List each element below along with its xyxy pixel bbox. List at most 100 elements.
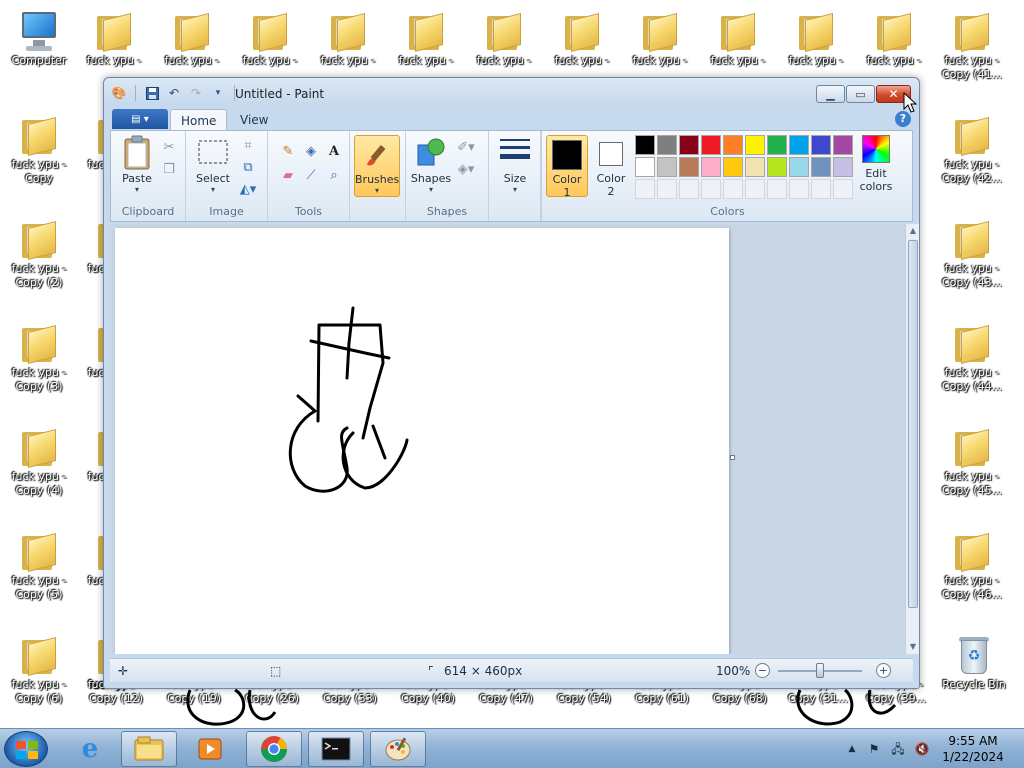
taskbar-media-player[interactable] xyxy=(182,731,238,767)
desktop-folder[interactable]: fuck ypu - xyxy=(389,4,463,84)
paint-menu-button[interactable]: ▤ ▾ xyxy=(112,109,168,129)
dropdown-arrow-icon: ▾ xyxy=(374,186,379,195)
paint-app-icon[interactable]: 🎨 xyxy=(110,84,128,102)
scroll-down-icon[interactable]: ▼ xyxy=(906,640,920,654)
canvas-resize-handle[interactable] xyxy=(730,455,735,460)
volume-muted-icon[interactable]: 🔇 xyxy=(914,741,930,757)
desktop-folder[interactable]: fuck ypu - xyxy=(155,4,229,84)
title-bar[interactable]: 🎨 ↶ ↷ ▾ Untitled - Paint ▁ ▭ ✕ xyxy=(104,78,919,106)
undo-icon[interactable]: ↶ xyxy=(165,84,183,102)
desktop-folder[interactable]: fuck ypu - xyxy=(545,4,619,84)
group-size: Size ▾ xyxy=(489,131,541,221)
color-picker-icon[interactable]: ⟋ xyxy=(301,165,321,185)
magnifier-icon[interactable]: ⌕ xyxy=(324,165,344,185)
windows-logo-icon xyxy=(16,741,38,759)
text-icon[interactable]: A xyxy=(324,141,344,161)
paste-button[interactable]: Paste ▾ xyxy=(115,135,159,194)
size-label: Size xyxy=(503,172,527,185)
tab-home[interactable]: Home xyxy=(170,109,228,130)
desktop-folder[interactable]: fuck ypu - Copy (45... xyxy=(935,420,1009,500)
folder-icon xyxy=(20,218,58,262)
tab-view[interactable]: View xyxy=(230,109,278,130)
desktop-folder[interactable]: fuck ypu - Copy (3) xyxy=(2,316,76,396)
zoom-out-icon[interactable]: − xyxy=(755,663,770,678)
ribbon: Paste ▾ ✂ ❐ Clipboard Select ▾ ⌗ ⧉ ◭▾ Im… xyxy=(110,130,913,222)
desktop-folder[interactable]: fuck ypu - xyxy=(701,4,775,84)
desktop-folder[interactable]: fuck ypu - Copy (46... xyxy=(935,524,1009,604)
desktop-folder[interactable]: fuck ypu - Copy (2) xyxy=(2,212,76,292)
desktop-folder[interactable]: fuck ypu - Copy (6) xyxy=(2,628,76,708)
taskbar-internet-explorer[interactable]: e xyxy=(62,731,118,767)
eraser-icon[interactable]: ▰ xyxy=(278,165,298,185)
scroll-thumb[interactable] xyxy=(908,240,918,608)
rotate-icon[interactable]: ◭▾ xyxy=(238,179,258,199)
taskbar-paint[interactable] xyxy=(370,731,426,767)
shape-fill-icon[interactable]: ◈▾ xyxy=(456,159,476,179)
desktop-icon-label: Recycle Bin xyxy=(942,678,1006,691)
network-icon[interactable]: 🖧 xyxy=(890,741,906,757)
crop-icon[interactable]: ⌗ xyxy=(238,135,258,155)
desktop-folder[interactable]: fuck ypu - xyxy=(623,4,697,84)
canvas-size-text: 614 × 460px xyxy=(444,664,523,678)
menu-icon: ▤ ▾ xyxy=(131,113,149,125)
scroll-up-icon[interactable]: ▲ xyxy=(906,224,920,238)
clock-date: 1/22/2024 xyxy=(942,750,1004,764)
desktop-icon-recycle-bin[interactable]: ♻ Recycle Bin xyxy=(937,628,1011,708)
internet-explorer-icon: e xyxy=(81,734,99,764)
folder-icon xyxy=(875,10,913,54)
outline-icon[interactable]: ✐▾ xyxy=(456,137,476,157)
folder-icon xyxy=(20,634,58,678)
drawing-canvas[interactable] xyxy=(115,228,729,654)
desktop-folder[interactable]: fuck ypu - xyxy=(233,4,307,84)
copy-icon[interactable]: ❐ xyxy=(159,159,179,179)
group-label-clipboard: Clipboard xyxy=(121,205,175,218)
desktop-folder[interactable]: fuck ypu - Copy (43... xyxy=(935,212,1009,292)
desktop-folder[interactable]: fuck ypu - xyxy=(857,4,931,84)
vertical-scrollbar[interactable]: ▲ ▼ xyxy=(905,224,919,654)
zoom-slider-thumb[interactable] xyxy=(816,663,824,678)
minimize-button[interactable]: ▁ xyxy=(816,85,845,103)
desktop-folder[interactable]: fuck ypu - xyxy=(779,4,853,84)
folder-icon xyxy=(953,530,991,574)
desktop-icon-label: fuck ypu - Copy (5) xyxy=(11,574,67,601)
pencil-icon[interactable]: ✎ xyxy=(278,141,298,161)
redo-icon[interactable]: ↷ xyxy=(187,84,205,102)
brush-icon xyxy=(361,139,393,171)
paint-window[interactable]: 🎨 ↶ ↷ ▾ Untitled - Paint ▁ ▭ ✕ ▤ ▾ Home … xyxy=(103,77,920,689)
select-icon xyxy=(196,135,230,169)
group-tools: ✎ ◈ A ▰ ⟋ ⌕ Tools xyxy=(268,131,350,221)
desktop-folder[interactable]: fuck ypu - xyxy=(77,4,151,84)
resize-icon[interactable]: ⧉ xyxy=(238,157,258,177)
show-hidden-icons-icon[interactable]: ▲ xyxy=(844,741,860,757)
folder-icon xyxy=(641,10,679,54)
brushes-button[interactable]: Brushes ▾ xyxy=(354,135,400,197)
action-center-icon[interactable]: ⚑ xyxy=(866,741,882,757)
taskbar-explorer[interactable] xyxy=(121,731,177,767)
taskbar-chrome[interactable] xyxy=(246,731,302,767)
size-button[interactable]: Size ▾ xyxy=(495,135,535,194)
desktop-folder[interactable]: fuck ypu - Copy (5) xyxy=(2,524,76,604)
shapes-button[interactable]: Shapes ▾ xyxy=(410,135,452,194)
desktop-folder[interactable]: fuck ypu - Copy (41... xyxy=(935,4,1009,84)
desktop-folder[interactable]: fuck ypu - Copy (44... xyxy=(935,316,1009,396)
zoom-in-icon[interactable]: + xyxy=(876,663,891,678)
desktop-folder[interactable]: fuck ypu - Copy (42... xyxy=(935,108,1009,188)
folder-icon xyxy=(20,322,58,366)
desktop-icon-computer[interactable]: Computer xyxy=(2,4,76,84)
desktop-folder[interactable]: fuck ypu - Copy (4) xyxy=(2,420,76,500)
dropdown-arrow-icon: ▾ xyxy=(512,185,517,194)
cut-icon[interactable]: ✂ xyxy=(159,137,179,157)
start-button[interactable] xyxy=(4,731,48,767)
save-icon[interactable] xyxy=(143,84,161,102)
clock[interactable]: 9:55 AM 1/22/2024 xyxy=(936,733,1010,765)
maximize-button[interactable]: ▭ xyxy=(846,85,875,103)
group-clipboard: Paste ▾ ✂ ❐ Clipboard xyxy=(111,131,186,221)
desktop-folder[interactable]: fuck ypu - xyxy=(311,4,385,84)
taskbar-command-prompt[interactable] xyxy=(308,731,364,767)
desktop-folder[interactable]: fuck ypu - Copy xyxy=(2,108,76,188)
customize-toolbar-icon[interactable]: ▾ xyxy=(209,84,227,102)
fill-icon[interactable]: ◈ xyxy=(301,141,321,161)
desktop-folder[interactable]: fuck ypu - xyxy=(467,4,541,84)
shapes-icon xyxy=(414,135,448,169)
select-button[interactable]: Select ▾ xyxy=(192,135,234,194)
